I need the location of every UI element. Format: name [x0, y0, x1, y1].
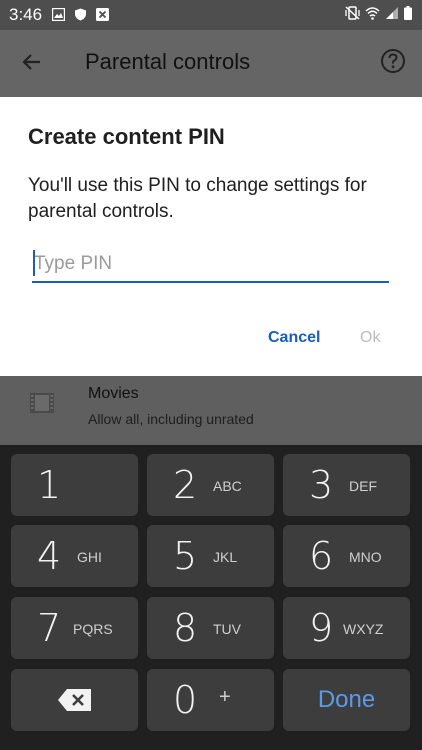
key-letters: ABC: [213, 478, 242, 494]
wifi-icon: [365, 7, 380, 20]
key-letters: PQRS: [73, 621, 113, 637]
key-number: 7: [37, 606, 62, 650]
key-number: 9: [309, 606, 334, 650]
key-letters: JKL: [213, 549, 238, 565]
app-bar: Parental controls: [0, 30, 422, 97]
key-letters: +: [219, 686, 231, 708]
movie-film-icon: [30, 393, 54, 413]
status-icons: [345, 6, 412, 20]
key-0[interactable]: 0 +: [147, 669, 274, 731]
key-7[interactable]: 7 PQRS: [11, 597, 138, 659]
key-8[interactable]: 8 TUV: [147, 597, 274, 659]
help-circle-icon[interactable]: [380, 48, 406, 74]
dialog-title: Create content PIN: [28, 124, 225, 149]
image-notification-icon: [52, 8, 65, 21]
key-number: 1: [37, 463, 62, 507]
key-letters: MNO: [349, 549, 382, 565]
create-pin-dialog: Create content PIN You'll use this PIN t…: [0, 97, 422, 376]
key-number: 2: [173, 463, 198, 507]
key-letters: GHI: [77, 549, 102, 565]
key-letters: TUV: [213, 621, 241, 637]
key-number: 5: [173, 534, 198, 578]
key-number: 6: [309, 534, 334, 578]
key-6[interactable]: 6 MNO: [283, 525, 410, 587]
key-number: 8: [173, 606, 198, 650]
status-bar: 3:46: [0, 0, 422, 30]
shield-notification-icon: [75, 8, 86, 21]
key-1[interactable]: 1: [11, 454, 138, 516]
ok-button[interactable]: Ok: [352, 325, 388, 351]
numeric-keyboard: 1 2 ABC 3 DEF 4 GHI 5 JKL 6 MNO 7 PQRS 8…: [0, 445, 422, 750]
list-item-subtitle: Allow all, including unrated: [88, 411, 254, 427]
cancel-button[interactable]: Cancel: [258, 325, 330, 351]
vibrate-mute-icon: [345, 6, 360, 20]
key-number: 0: [173, 678, 198, 722]
battery-icon: [404, 6, 412, 20]
pin-input[interactable]: [32, 247, 389, 283]
backspace-icon: [57, 689, 91, 711]
list-item-title: Movies: [88, 385, 139, 402]
status-time: 3:46: [9, 5, 43, 24]
key-3[interactable]: 3 DEF: [283, 454, 410, 516]
key-9[interactable]: 9 WXYZ: [283, 597, 410, 659]
list-item-movies[interactable]: Movies Allow all, including unrated: [0, 376, 422, 445]
backspace-key[interactable]: [11, 669, 138, 731]
key-number: 3: [309, 463, 334, 507]
text-cursor: [33, 250, 35, 276]
key-number: 4: [37, 534, 62, 578]
arrow-back-icon[interactable]: [20, 50, 44, 74]
page-title: Parental controls: [85, 49, 251, 74]
key-5[interactable]: 5 JKL: [147, 525, 274, 587]
key-letters: DEF: [349, 478, 377, 494]
close-box-notification-icon: [96, 8, 109, 21]
done-key[interactable]: Done: [283, 669, 410, 731]
key-4[interactable]: 4 GHI: [11, 525, 138, 587]
dialog-message: You'll use this PIN to change settings f…: [28, 175, 367, 222]
key-letters: WXYZ: [343, 621, 384, 637]
key-2[interactable]: 2 ABC: [147, 454, 274, 516]
signal-icon: [386, 7, 398, 19]
